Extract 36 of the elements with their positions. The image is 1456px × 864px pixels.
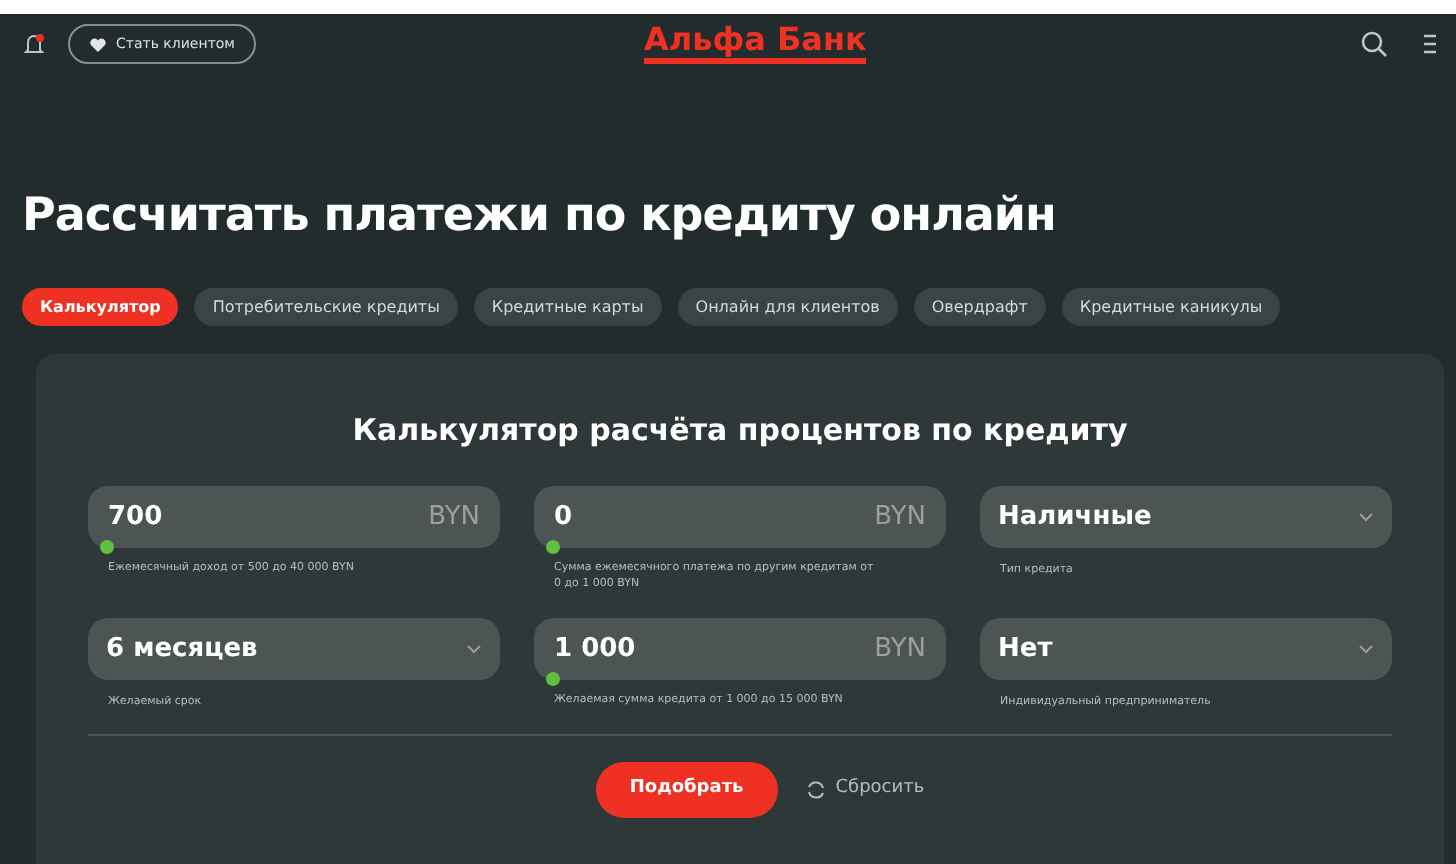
select-field[interactable]: 6 месяцев: [88, 618, 500, 680]
chevron-down-icon: [466, 644, 482, 654]
currency-label: BYN: [428, 499, 480, 536]
tab[interactable]: Потребительские кредиты: [194, 288, 458, 326]
search-icon[interactable]: [1360, 30, 1388, 58]
slider-handle[interactable]: [546, 540, 560, 554]
tab[interactable]: Овердрафт: [913, 288, 1046, 326]
page-title: Рассчитать платежи по кредиту онлайн: [22, 188, 1058, 246]
menu-icon[interactable]: [1424, 32, 1436, 56]
amount-value: 700: [108, 499, 163, 536]
bell-icon[interactable]: [20, 30, 48, 58]
amount-value: 1 000: [554, 631, 636, 668]
select-field[interactable]: Наличные: [980, 486, 1392, 548]
select-value: 6 месяцев: [106, 631, 258, 668]
slider-handle[interactable]: [100, 540, 114, 554]
select-value: Нет: [998, 631, 1053, 668]
select-value: Наличные: [998, 499, 1152, 536]
currency-label: BYN: [874, 631, 926, 668]
reset-button[interactable]: Сбросить: [805, 776, 925, 804]
tab[interactable]: Онлайн для клиентов: [677, 288, 898, 326]
refresh-icon: [805, 780, 826, 800]
amount-field[interactable]: 700 BYN: [88, 486, 500, 548]
calculator-title: Калькулятор расчёта процентов по кредиту: [350, 410, 1130, 450]
chevron-down-icon: [1358, 644, 1374, 654]
amount-field[interactable]: 0 BYN: [534, 486, 946, 548]
heart-icon: [90, 37, 106, 51]
tab[interactable]: Калькулятор: [22, 288, 179, 326]
amount-value: 0: [554, 499, 573, 536]
currency-label: BYN: [874, 499, 926, 536]
tab[interactable]: Кредитные каникулы: [1061, 288, 1281, 326]
submit-button[interactable]: Подобрать: [595, 762, 778, 818]
chevron-down-icon: [1358, 512, 1374, 522]
slider-handle[interactable]: [546, 672, 560, 686]
amount-field[interactable]: 1 000 BYN: [534, 618, 946, 680]
select-field[interactable]: Нет: [980, 618, 1392, 680]
tab[interactable]: Кредитные карты: [473, 288, 662, 326]
